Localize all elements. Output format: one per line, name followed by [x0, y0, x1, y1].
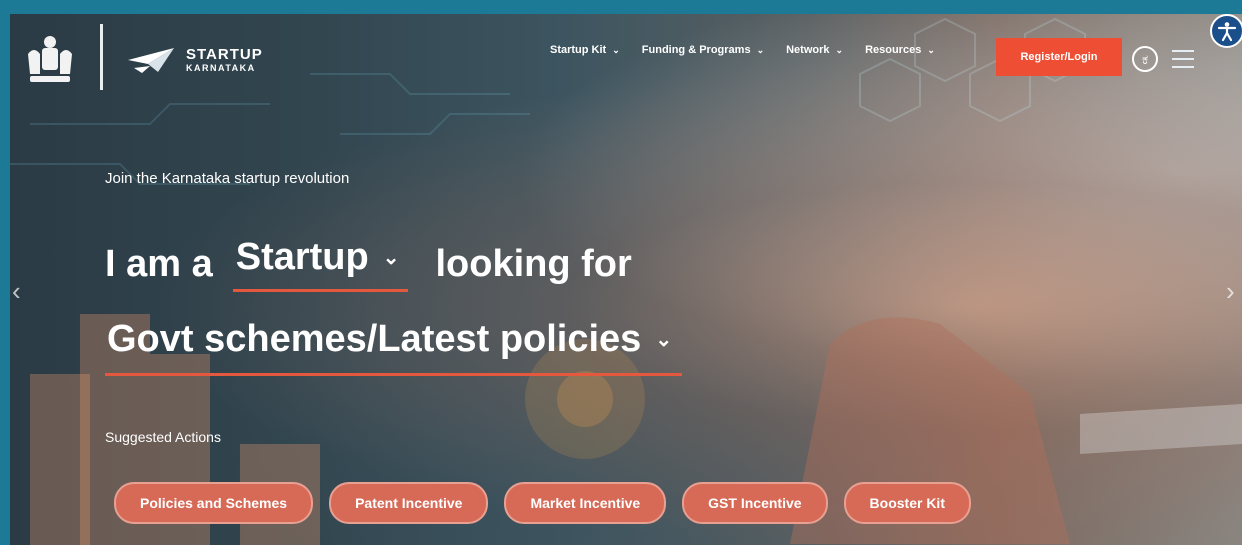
accessibility-figure-icon [1217, 22, 1237, 42]
accessibility-icon[interactable] [1210, 14, 1242, 48]
hero-headline: I am a Startup ⌄ looking for [105, 236, 632, 292]
nav-funding-programs-label: Funding & Programs [641, 44, 751, 56]
nav-startup-kit[interactable]: Startup Kit ⌄ [550, 44, 620, 56]
action-policies-and-schemes[interactable]: Policies and Schemes [114, 482, 314, 524]
main-nav: Startup Kit ⌄ Funding & Programs ⌄ Netwo… [550, 44, 957, 56]
suggested-actions: Policies and Schemes Patent Incentive Ma… [114, 482, 971, 524]
need-dropdown-value: Govt schemes/Latest policies [107, 318, 642, 360]
caret-down-icon: ⌄ [382, 247, 400, 269]
logo-text-karnataka: KARNATAKA [186, 63, 256, 73]
nav-network[interactable]: Network ⌄ [786, 44, 843, 56]
register-login-button[interactable]: Register/Login [996, 38, 1122, 76]
hamburger-menu-icon[interactable] [1172, 50, 1194, 68]
chevron-down-icon: ⌄ [835, 44, 844, 55]
headline-suffix: looking for [435, 242, 632, 285]
action-market-incentive[interactable]: Market Incentive [504, 482, 667, 524]
chevron-down-icon: ⌄ [612, 44, 620, 55]
action-patent-incentive[interactable]: Patent Incentive [329, 482, 489, 524]
hero-banner: STARTUP KARNATAKA Startup Kit ⌄ Funding … [10, 14, 1242, 545]
language-toggle-button[interactable]: ಕ [1132, 46, 1158, 72]
need-dropdown[interactable]: Govt schemes/Latest policies ⌄ [105, 318, 683, 376]
nav-network-label: Network [786, 44, 830, 56]
nav-resources[interactable]: Resources ⌄ [865, 44, 935, 56]
action-gst-incentive[interactable]: GST Incentive [682, 482, 828, 524]
logo-text-startup: STARTUP [186, 46, 263, 63]
role-dropdown[interactable]: Startup ⌄ [232, 236, 408, 292]
nav-funding-programs[interactable]: Funding & Programs ⌄ [642, 44, 764, 56]
suggested-actions-heading: Suggested Actions [105, 429, 221, 445]
action-booster-kit[interactable]: Booster Kit [843, 482, 971, 524]
carousel-next-icon[interactable]: › [1226, 276, 1235, 307]
nav-resources-label: Resources [865, 44, 922, 56]
header-divider [100, 24, 103, 90]
startup-karnataka-logo[interactable]: STARTUP KARNATAKA [128, 40, 263, 80]
headline-prefix: I am a [105, 242, 213, 285]
chevron-down-icon: ⌄ [756, 44, 765, 55]
hero-tagline: Join the Karnataka startup revolution [105, 170, 350, 187]
role-dropdown-value: Startup [235, 236, 369, 278]
karnataka-emblem-icon [28, 36, 72, 82]
caret-down-icon: ⌄ [655, 329, 673, 351]
carousel-prev-icon[interactable]: ‹ [12, 276, 21, 307]
paper-plane-logo-icon [128, 48, 174, 73]
nav-startup-kit-label: Startup Kit [550, 44, 607, 56]
chevron-down-icon: ⌄ [927, 44, 935, 55]
